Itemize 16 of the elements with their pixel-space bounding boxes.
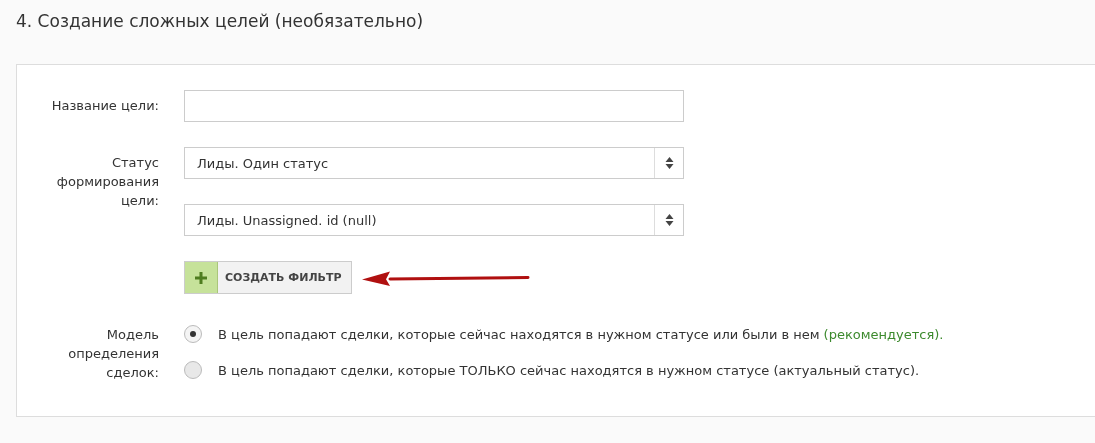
- radio-button[interactable]: [184, 325, 202, 343]
- field-label: Название цели:: [50, 97, 159, 115]
- recommended-note: (рекомендуется).: [823, 326, 944, 342]
- text-input[interactable]: [184, 90, 684, 122]
- select-field[interactable]: Лиды. Один статус: [184, 147, 684, 179]
- section-heading: 4. Создание сложных целей (необязательно): [15, 10, 425, 33]
- plus-icon: [195, 271, 207, 284]
- radio-button[interactable]: [184, 361, 202, 379]
- field-label: Модель определения сделок:: [67, 326, 159, 382]
- create-filter-button[interactable]: СОЗДАТЬ ФИЛЬТР: [184, 261, 353, 294]
- select-field[interactable]: Лиды. Unassigned. id (null): [184, 204, 684, 236]
- sort-arrows-icon: [664, 156, 674, 170]
- option-label: В цель попадают сделки, которые ТОЛЬКО сейчас находятся в нужном статусе (актуальный статус).: [218, 362, 920, 378]
- field-label: Статус формирования цели:: [55, 154, 159, 210]
- sort-arrows-icon: [664, 213, 674, 227]
- option-label: В цель попадают сделки, которые сейчас находятся в нужном статусе или были в нем: [218, 326, 820, 342]
